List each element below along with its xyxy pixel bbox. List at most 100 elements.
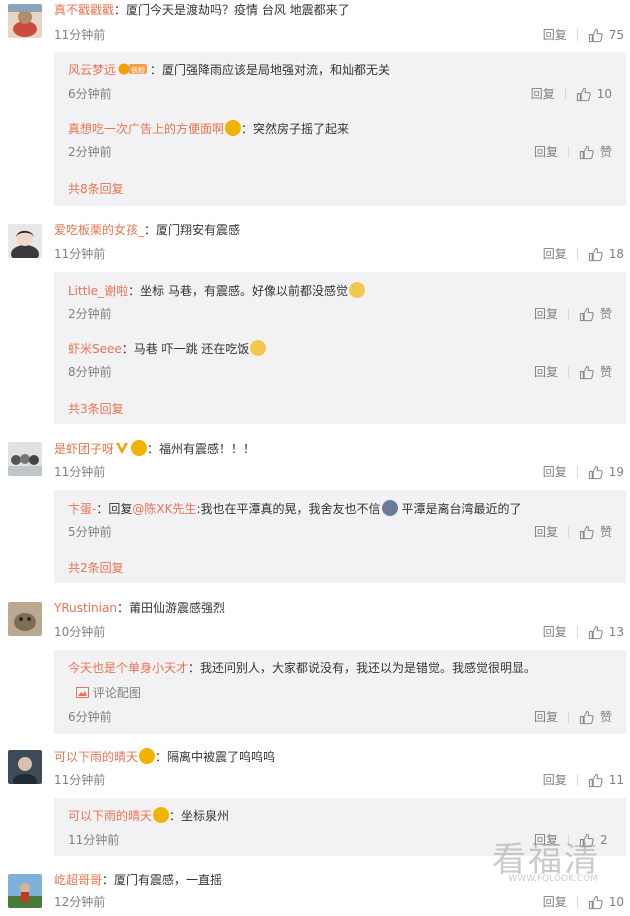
username[interactable]: 风云梦远: [68, 63, 116, 77]
more-replies-link[interactable]: 共2条回复: [68, 559, 124, 576]
like-count: 11: [608, 773, 624, 787]
username[interactable]: 今天也是个单身小天才: [68, 661, 188, 675]
username[interactable]: 爱吃板栗的女孩_: [54, 223, 144, 237]
username[interactable]: 真不戳戳戳: [54, 3, 114, 17]
like-button[interactable]: 10: [576, 86, 612, 102]
like-count: 赞: [599, 365, 612, 379]
reply-button[interactable]: 回复: [534, 364, 558, 380]
like-button[interactable]: 75: [588, 27, 624, 43]
username[interactable]: 卞蛋-: [68, 502, 96, 516]
avatar[interactable]: [8, 224, 42, 258]
avatar[interactable]: [8, 602, 42, 636]
reply-text: 厦门强降雨应该是局地强对流，和灿都无关: [162, 63, 391, 77]
reply-button[interactable]: 回复: [543, 894, 567, 910]
username[interactable]: 虾米Seee: [68, 342, 122, 356]
like-count: 10: [608, 895, 624, 909]
more-replies-link[interactable]: 共3条回复: [68, 400, 124, 417]
like-button[interactable]: 赞: [579, 524, 612, 540]
reply-button[interactable]: 回复: [543, 772, 567, 788]
thumbs-up-icon: [588, 625, 603, 639]
colon: ：: [121, 342, 134, 356]
emoji-icon: [153, 807, 170, 823]
colon: ：: [150, 63, 163, 77]
like-button[interactable]: 赞: [579, 144, 612, 160]
colon: ：: [102, 873, 115, 887]
reply-button[interactable]: 回复: [534, 306, 558, 322]
thumbs-up-icon: [588, 773, 603, 787]
reply-item: Little_谢啦：坐标 马巷，有震感。好像以前都没感觉 2分钟前 回复 赞: [68, 282, 626, 332]
timestamp: 11分钟前: [54, 465, 106, 479]
reply-button[interactable]: 回复: [543, 464, 567, 480]
avatar[interactable]: [8, 4, 42, 38]
colon: ：: [241, 122, 254, 136]
reply-item: 风云梦远 铁粉 ：厦门强降雨应该是局地强对流，和灿都无关 6分钟前 回复 10: [68, 62, 626, 112]
thumbs-up-icon: [576, 87, 591, 101]
reply-text: 突然房子摇了起来: [253, 122, 350, 136]
reply-list: 风云梦远 铁粉 ：厦门强降雨应该是局地强对流，和灿都无关 6分钟前 回复 10 真想…: [54, 52, 626, 206]
like-count: 19: [608, 465, 624, 479]
username[interactable]: 可以下雨的晴天: [54, 750, 138, 764]
comment-text: 厦门今天是渡劫吗？疫情 台风 地震都来了: [126, 3, 350, 17]
avatar[interactable]: [8, 750, 42, 784]
colon: ：: [147, 442, 160, 456]
like-button[interactable]: 13: [588, 624, 624, 640]
username[interactable]: 可以下雨的晴天: [68, 809, 152, 823]
svg-text:铁粉: 铁粉: [131, 66, 145, 75]
reply-button[interactable]: 回复: [543, 27, 567, 43]
like-button[interactable]: 赞: [579, 306, 612, 322]
thumbs-up-icon: [579, 307, 594, 321]
colon: ：: [114, 3, 127, 17]
reply-button[interactable]: 回复: [534, 524, 558, 540]
like-count: 75: [608, 28, 624, 42]
reply-button[interactable]: 回复: [531, 86, 555, 102]
reply-item: 真想吃一次广告上的方便面啊 ：突然房子摇了起来 2分钟前 回复 赞: [68, 120, 626, 170]
thumbs-up-icon: [588, 247, 603, 261]
timestamp: 2分钟前: [68, 145, 112, 159]
username[interactable]: Little_谢啦: [68, 284, 128, 298]
comment-text: 莆田仙游震感强烈: [128, 601, 225, 615]
like-count: 赞: [599, 145, 612, 159]
thumbs-up-icon: [588, 465, 603, 479]
reply-list: 今天也是个单身小天才：我还问别人，大家都说没有，我还以为是错觉。我感觉很明显。 …: [54, 650, 626, 734]
reply-list: 卞蛋-：回复@陈XK先生:我也在平潭真的晃，我舍友也不信 平潭是离台湾最近的了 5…: [54, 490, 626, 583]
like-button[interactable]: 19: [588, 464, 624, 480]
avatar[interactable]: [8, 874, 42, 908]
like-button[interactable]: 11: [588, 772, 624, 788]
more-replies-link[interactable]: 共8条回复: [68, 180, 124, 197]
divider: [567, 146, 569, 158]
image-comment-link[interactable]: 评论配图: [93, 686, 141, 700]
colon: ：: [128, 284, 141, 298]
reply-button[interactable]: 回复: [534, 144, 558, 160]
like-button[interactable]: 18: [588, 246, 624, 262]
comment: 爱吃板栗的女孩_：厦门翔安有震感 11分钟前 回复 18 Little_谢啦：坐…: [0, 222, 630, 426]
fan-badge-icon: 铁粉: [118, 62, 148, 76]
reply-text: 坐标泉州: [181, 809, 230, 823]
username[interactable]: YRustinian: [54, 601, 117, 615]
mention-link[interactable]: @陈XK先生: [132, 502, 196, 516]
comment-text: 隔离中被震了呜呜呜: [167, 750, 276, 764]
thumbs-up-icon: [579, 365, 594, 379]
thumbs-up-icon: [579, 525, 594, 539]
like-count: 赞: [599, 307, 612, 321]
like-count: 赞: [599, 710, 612, 724]
reply-text: 我还问别人，大家都说没有，我还以为是错觉。我感觉很明显。: [200, 661, 537, 675]
comment: 真不戳戳戳：厦门今天是渡劫吗？疫情 台风 地震都来了 11分钟前 回复 75 风…: [0, 0, 630, 208]
username[interactable]: 是虾团子呀: [54, 442, 114, 456]
username[interactable]: 真想吃一次广告上的方便面啊: [68, 122, 224, 136]
divider: [576, 626, 578, 638]
like-button[interactable]: 赞: [579, 709, 612, 725]
like-button[interactable]: 赞: [579, 364, 612, 380]
like-button[interactable]: 10: [588, 894, 624, 910]
reply-button[interactable]: 回复: [543, 624, 567, 640]
username[interactable]: 屹超哥哥: [54, 873, 102, 887]
reply-text: 坐标 马巷，有震感。好像以前都没感觉: [140, 284, 348, 298]
reply-item: 虾米Seee：马巷 吓一跳 还在吃饭 8分钟前 回复 赞: [68, 340, 626, 390]
reply-button[interactable]: 回复: [543, 246, 567, 262]
reply-button[interactable]: 回复: [534, 709, 558, 725]
divider: [576, 29, 578, 41]
avatar[interactable]: [8, 442, 42, 476]
thumbs-up-icon: [579, 145, 594, 159]
image-icon: [76, 686, 89, 700]
timestamp: 10分钟前: [54, 625, 106, 639]
divider: [576, 466, 578, 478]
